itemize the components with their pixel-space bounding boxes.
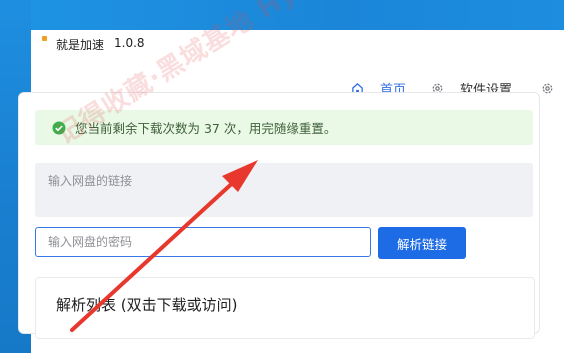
app-version: 1.0.8: [114, 36, 145, 50]
password-input[interactable]: [35, 227, 371, 257]
tab-more[interactable]: [541, 77, 564, 99]
link-input-placeholder: 输入网盘的链接: [48, 174, 133, 188]
title-bar: 就是加速 1.0.8: [31, 30, 564, 60]
gear-icon: [542, 83, 553, 93]
result-list-title: 解析列表 (双击下载或访问): [56, 296, 238, 314]
app-title: 就是加速: [56, 38, 105, 52]
result-list: 解析列表 (双击下载或访问): [35, 277, 535, 339]
app-logo-icon: [42, 36, 47, 41]
link-input[interactable]: 输入网盘的链接: [35, 163, 533, 217]
parse-link-button[interactable]: 解析链接: [378, 227, 466, 259]
